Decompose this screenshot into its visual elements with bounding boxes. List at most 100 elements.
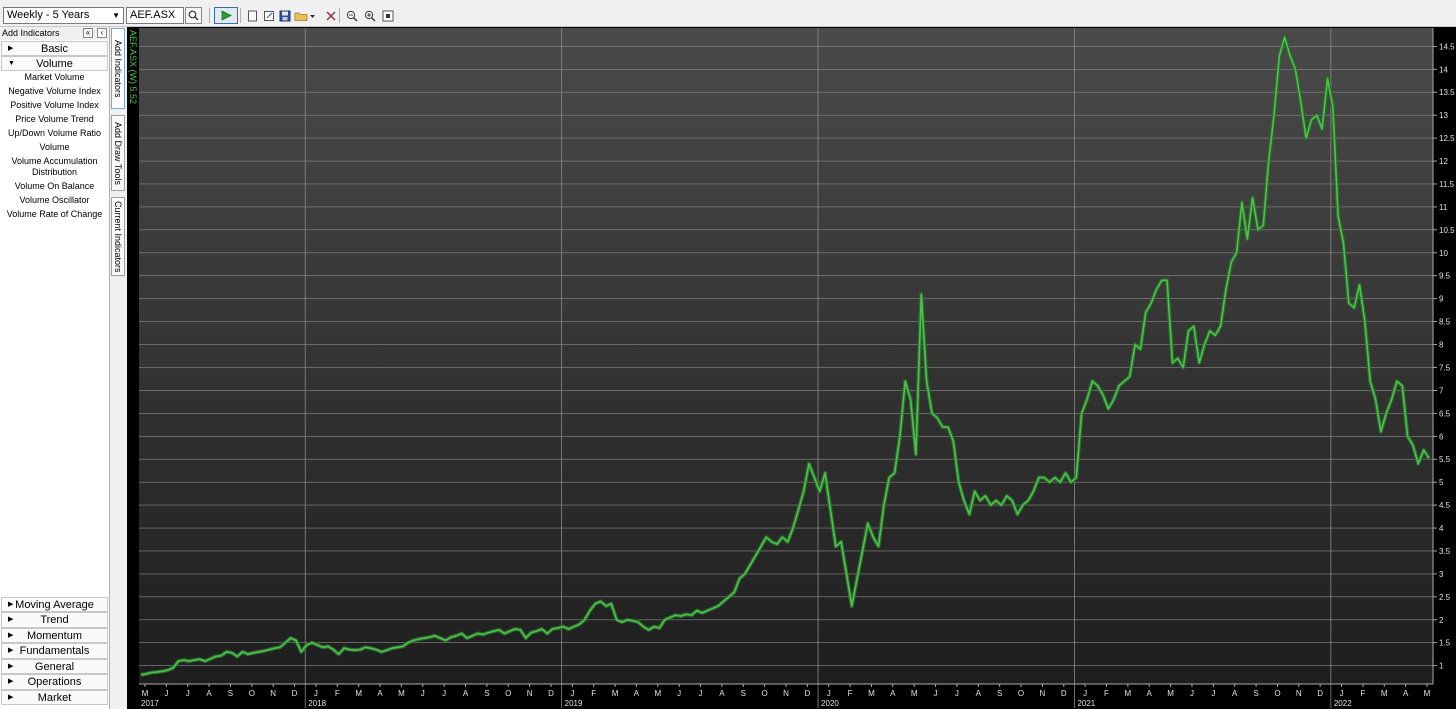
category-market[interactable]: ▶ Market xyxy=(1,689,108,705)
category-moving-average[interactable]: ▶ Moving Average xyxy=(1,596,108,612)
y-tick-label: 12 xyxy=(1439,157,1448,166)
x-month-label: M xyxy=(1381,689,1388,698)
category-momentum[interactable]: ▶ Momentum xyxy=(1,627,108,643)
category-label: Trend xyxy=(40,614,69,626)
vertical-tab-strip: Add Indicators Add Draw Tools Current In… xyxy=(111,27,126,709)
y-tick-label: 6 xyxy=(1439,432,1444,441)
bottom-category-list: ▶ Moving Average ▶ Trend ▶ Momentum ▶ Fundam… xyxy=(0,596,109,705)
series-label: AEF.ASX (W) 5.52 xyxy=(128,30,138,104)
x-month-label: M xyxy=(142,689,149,698)
category-basic[interactable]: ▶ Basic xyxy=(1,41,108,56)
period-select-value: Weekly - 5 Years xyxy=(7,9,90,21)
indicator-up-down-volume-ratio[interactable]: Up/Down Volume Ratio xyxy=(0,127,109,141)
x-axis: MJJASONDJFMAMJJASONDJFMAMJJASONDJFMAMJJA… xyxy=(139,683,1433,708)
indicator-volume-accumulation-distribution[interactable]: Volume Accumulation Distribution xyxy=(0,155,109,180)
close-panel-button[interactable]: ‹ xyxy=(97,28,107,38)
category-fundamentals[interactable]: ▶ Fundamentals xyxy=(1,643,108,659)
y-tick-label: 9 xyxy=(1439,295,1444,304)
new-chart-button[interactable] xyxy=(244,7,261,24)
x-month-label: M xyxy=(911,689,918,698)
x-month-label: F xyxy=(335,689,340,698)
tab-add-indicators[interactable]: Add Indicators xyxy=(111,28,125,109)
x-year-label: 2017 xyxy=(141,699,159,708)
x-month-label: N xyxy=(527,689,533,698)
y-tick-label: 2.5 xyxy=(1439,593,1451,602)
indicator-positive-volume-index[interactable]: Positive Volume Index xyxy=(0,99,109,113)
caret-right-icon: ▶ xyxy=(8,631,14,639)
y-tick-label: 8 xyxy=(1439,341,1444,350)
tab-label: Current Indicators xyxy=(113,200,123,273)
x-month-label: J xyxy=(1211,689,1215,698)
y-tick-label: 14.5 xyxy=(1439,42,1455,51)
x-month-label: D xyxy=(1061,689,1067,698)
category-label: Fundamentals xyxy=(19,645,90,657)
indicator-volume-oscillator[interactable]: Volume Oscillator xyxy=(0,194,109,208)
fit-screen-icon xyxy=(382,10,393,21)
indicator-volume-rate-of-change[interactable]: Volume Rate of Change xyxy=(0,208,109,222)
category-trend[interactable]: ▶ Trend xyxy=(1,612,108,628)
symbol-input[interactable]: AEF.ASX xyxy=(126,7,184,24)
x-month-label: J xyxy=(699,689,703,698)
indicator-price-volume-trend[interactable]: Price Volume Trend xyxy=(0,113,109,127)
x-month-label: O xyxy=(505,689,511,698)
x-month-label: J xyxy=(1340,689,1344,698)
x-month-label: A xyxy=(1232,689,1238,698)
price-chart[interactable]: 1 1.5 2 2.5 3 3.5 4 4.5 5 5.5 6 6.5 7 7.5 8 8.5 9 9.5 10 10… xyxy=(127,27,1456,709)
y-tick-label: 4 xyxy=(1439,524,1444,533)
caret-right-icon: ▶ xyxy=(8,693,14,701)
zoom-in-button[interactable] xyxy=(361,7,378,24)
x-month-label: J xyxy=(934,689,938,698)
caret-right-icon: ▶ xyxy=(8,45,14,52)
properties-button[interactable] xyxy=(322,7,339,24)
x-month-label: M xyxy=(654,689,661,698)
indicator-volume[interactable]: Volume xyxy=(0,141,109,155)
x-month-label: J xyxy=(955,689,959,698)
x-month-label: F xyxy=(1360,689,1365,698)
x-month-label: N xyxy=(783,689,789,698)
x-month-label: O xyxy=(1018,689,1024,698)
x-month-label: F xyxy=(848,689,853,698)
tab-current-indicators[interactable]: Current Indicators xyxy=(111,197,125,276)
x-month-label: J xyxy=(421,689,425,698)
search-button[interactable] xyxy=(185,7,202,24)
x-month-label: A xyxy=(206,689,212,698)
new-window-button[interactable] xyxy=(260,7,277,24)
x-month-label: N xyxy=(1296,689,1302,698)
save-button[interactable] xyxy=(276,7,293,24)
indicator-volume-on-balance[interactable]: Volume On Balance xyxy=(0,180,109,194)
x-month-label: F xyxy=(1104,689,1109,698)
collapse-panel-button[interactable]: « xyxy=(83,28,93,38)
open-button[interactable] xyxy=(293,7,317,24)
y-tick-label: 1 xyxy=(1439,662,1444,671)
category-operations[interactable]: ▶ Operations xyxy=(1,674,108,690)
y-tick-label: 5.5 xyxy=(1439,455,1451,464)
x-month-label: M xyxy=(612,689,619,698)
x-month-label: A xyxy=(719,689,725,698)
zoom-out-icon xyxy=(346,10,357,21)
indicator-panel: Add Indicators « ‹ ▶ Basic ▼ Volume Mark… xyxy=(0,27,110,709)
x-month-label: J xyxy=(186,689,190,698)
x-month-label: J xyxy=(1083,689,1087,698)
price-chart-canvas[interactable]: 11.522.533.544.555.566.577.588.599.51010… xyxy=(127,27,1456,709)
x-month-label: A xyxy=(890,689,896,698)
x-month-label: N xyxy=(1040,689,1046,698)
y-tick-label: 3 xyxy=(1439,570,1444,579)
indicator-market-volume[interactable]: Market Volume xyxy=(0,71,109,85)
x-month-label: M xyxy=(355,689,362,698)
zoom-out-button[interactable] xyxy=(343,7,360,24)
x-month-label: A xyxy=(634,689,640,698)
category-label: Momentum xyxy=(26,629,83,642)
x-month-label: S xyxy=(997,689,1002,698)
play-button[interactable] xyxy=(214,7,238,24)
category-general[interactable]: ▶ General xyxy=(1,658,108,674)
category-label: Basic xyxy=(41,43,68,55)
indicator-negative-volume-index[interactable]: Negative Volume Index xyxy=(0,85,109,99)
x-month-label: O xyxy=(762,689,768,698)
y-tick-label: 7.5 xyxy=(1439,363,1451,372)
period-select[interactable]: Weekly - 5 Years ▼ xyxy=(3,7,124,24)
category-volume[interactable]: ▼ Volume xyxy=(1,56,108,71)
category-label: General xyxy=(34,660,75,673)
fit-chart-button[interactable] xyxy=(379,7,396,24)
x-month-label: A xyxy=(976,689,982,698)
tab-add-draw-tools[interactable]: Add Draw Tools xyxy=(111,115,125,191)
